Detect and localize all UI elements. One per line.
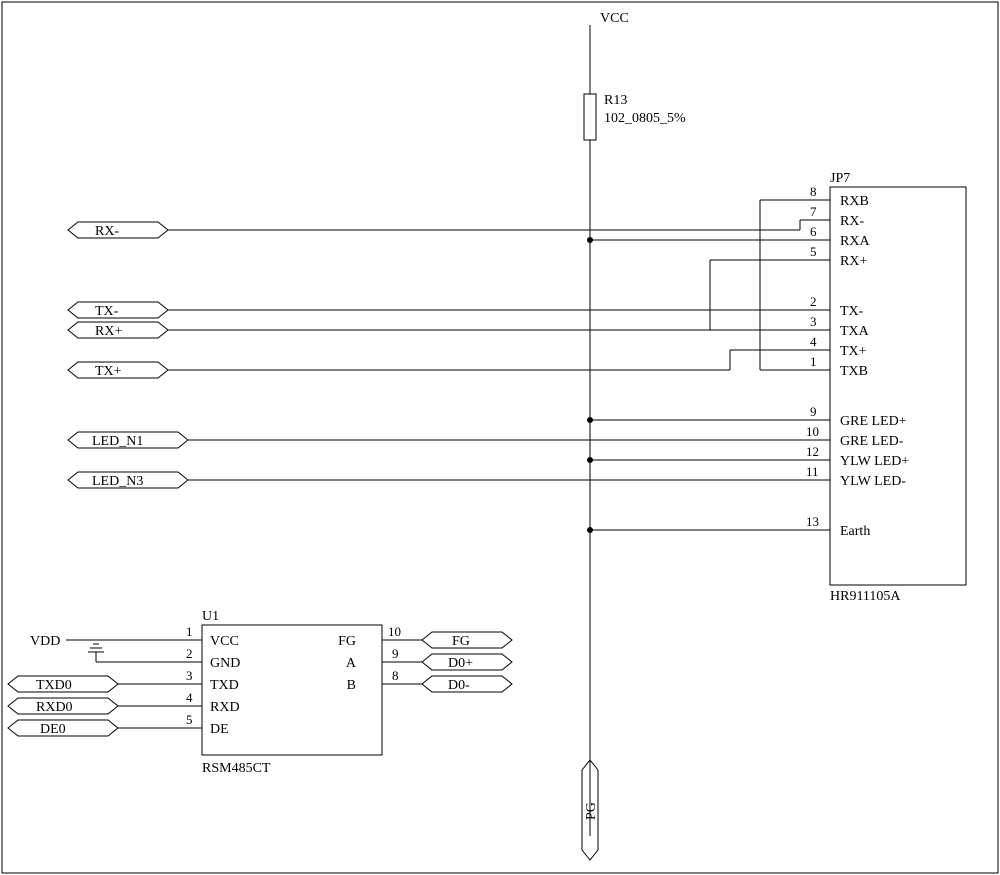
svg-text:13: 13 bbox=[806, 514, 819, 529]
svg-text:10: 10 bbox=[806, 424, 819, 439]
svg-text:4: 4 bbox=[810, 334, 817, 349]
svg-text:10: 10 bbox=[388, 624, 401, 639]
net-txd0: TXD0 bbox=[8, 676, 118, 693]
svg-text:1: 1 bbox=[810, 354, 817, 369]
svg-text:5: 5 bbox=[810, 244, 817, 259]
resistor-r13 bbox=[584, 94, 596, 140]
svg-text:7: 7 bbox=[810, 204, 817, 219]
svg-text:RX+: RX+ bbox=[95, 324, 122, 339]
svg-text:TX+: TX+ bbox=[840, 344, 867, 359]
svg-text:TXA: TXA bbox=[840, 324, 870, 339]
svg-text:TX+: TX+ bbox=[95, 364, 122, 379]
net-de0: DE0 bbox=[8, 720, 118, 737]
svg-text:8: 8 bbox=[392, 668, 399, 683]
svg-text:RXA: RXA bbox=[840, 234, 870, 249]
net-tx-plus: TX+ bbox=[68, 362, 168, 379]
svg-text:A: A bbox=[346, 656, 357, 671]
svg-text:TX-: TX- bbox=[95, 304, 119, 319]
vdd-label: VDD bbox=[30, 634, 60, 649]
svg-text:2: 2 bbox=[810, 294, 817, 309]
svg-text:3: 3 bbox=[186, 668, 193, 683]
svg-text:VCC: VCC bbox=[210, 634, 239, 649]
svg-text:RX-: RX- bbox=[840, 214, 864, 229]
svg-text:5: 5 bbox=[186, 712, 193, 727]
svg-text:4: 4 bbox=[186, 690, 193, 705]
svg-text:Earth: Earth bbox=[840, 524, 870, 539]
u1-ref: U1 bbox=[202, 609, 219, 624]
svg-text:RX-: RX- bbox=[95, 224, 119, 239]
net-led-n3: LED_N3 bbox=[68, 472, 188, 489]
net-rx-plus: RX+ bbox=[68, 322, 168, 339]
svg-text:PG: PG bbox=[584, 802, 599, 820]
svg-text:RXD0: RXD0 bbox=[36, 700, 73, 715]
r13-ref: R13 bbox=[604, 93, 627, 108]
svg-text:TXD0: TXD0 bbox=[36, 678, 72, 693]
net-d0-minus: D0- bbox=[422, 676, 512, 693]
svg-text:D0-: D0- bbox=[448, 678, 470, 693]
net-rx-minus: RX- bbox=[68, 222, 168, 239]
svg-text:DE0: DE0 bbox=[40, 722, 66, 737]
svg-text:RX+: RX+ bbox=[840, 254, 867, 269]
net-d0-plus: D0+ bbox=[422, 654, 512, 671]
svg-text:FG: FG bbox=[452, 634, 470, 649]
net-tx-minus: TX- bbox=[68, 302, 168, 319]
net-led-n1: LED_N1 bbox=[68, 432, 188, 449]
svg-text:6: 6 bbox=[810, 224, 817, 239]
svg-text:GRE LED-: GRE LED- bbox=[840, 434, 904, 449]
svg-text:2: 2 bbox=[186, 646, 193, 661]
svg-text:TX-: TX- bbox=[840, 304, 864, 319]
ic-u1: U1 RSM485CT 1 VCC 2 GND 3 TXD 4 RXD 5 DE 10 FG… bbox=[172, 609, 412, 776]
svg-text:8: 8 bbox=[810, 184, 817, 199]
net-fg: FG bbox=[422, 632, 512, 649]
r13-value: 102_0805_5% bbox=[604, 111, 686, 126]
svg-text:B: B bbox=[347, 678, 356, 693]
net-rxd0: RXD0 bbox=[8, 698, 118, 715]
schematic-canvas: VCC R13 102_0805_5% JP7 HR911105A 8 RXB 7… bbox=[0, 0, 1000, 875]
svg-text:YLW LED+: YLW LED+ bbox=[840, 454, 909, 469]
svg-text:LED_N1: LED_N1 bbox=[92, 434, 143, 449]
svg-text:D0+: D0+ bbox=[448, 656, 473, 671]
svg-text:11: 11 bbox=[806, 464, 819, 479]
svg-text:1: 1 bbox=[186, 624, 193, 639]
svg-text:RXD: RXD bbox=[210, 700, 240, 715]
svg-text:GRE LED+: GRE LED+ bbox=[840, 414, 907, 429]
svg-text:FG: FG bbox=[338, 634, 356, 649]
u1-part: RSM485CT bbox=[202, 761, 271, 776]
svg-text:DE: DE bbox=[210, 722, 229, 737]
connector-jp7: JP7 HR911105A 8 RXB 7 RX- 6 RXA 5 RX+ 2 TX- 3… bbox=[760, 171, 966, 604]
svg-text:GND: GND bbox=[210, 656, 240, 671]
svg-text:3: 3 bbox=[810, 314, 817, 329]
svg-text:LED_N3: LED_N3 bbox=[92, 474, 143, 489]
svg-text:TXD: TXD bbox=[210, 678, 239, 693]
vcc-label: VCC bbox=[600, 11, 629, 26]
svg-text:9: 9 bbox=[392, 646, 399, 661]
jp7-ref: JP7 bbox=[830, 171, 850, 186]
svg-text:YLW LED-: YLW LED- bbox=[840, 474, 906, 489]
svg-text:9: 9 bbox=[810, 404, 817, 419]
svg-text:RXB: RXB bbox=[840, 194, 869, 209]
svg-text:12: 12 bbox=[806, 444, 819, 459]
jp7-part: HR911105A bbox=[830, 589, 901, 604]
gnd-symbol bbox=[88, 644, 104, 662]
svg-text:TXB: TXB bbox=[840, 364, 868, 379]
